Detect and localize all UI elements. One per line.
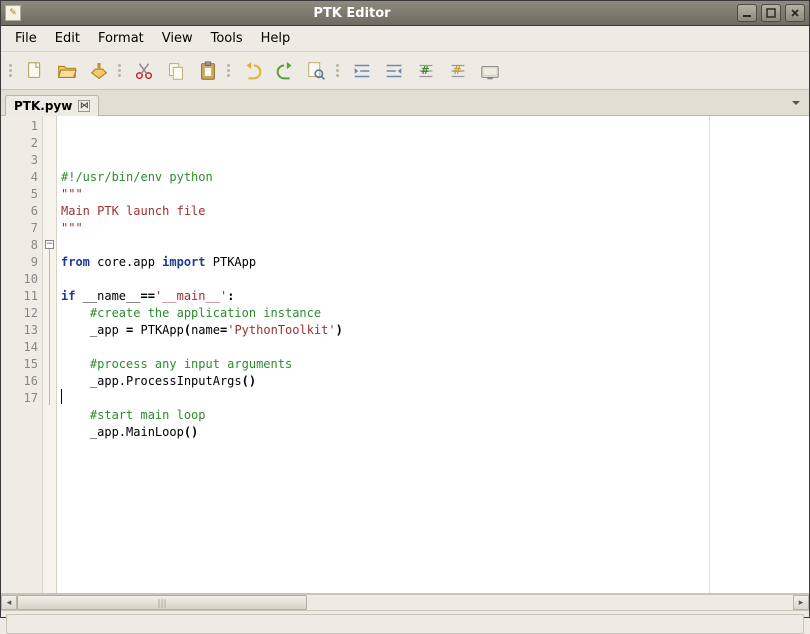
scroll-right-arrow-icon[interactable]: ▸	[793, 595, 809, 610]
line-number: 3	[3, 152, 38, 169]
titlebar: ✎ PTK Editor	[1, 1, 809, 26]
line-number: 9	[3, 254, 38, 271]
cut-button[interactable]	[129, 56, 159, 86]
code-line: Main PTK launch file	[61, 203, 705, 220]
line-number: 14	[3, 339, 38, 356]
menu-view[interactable]: View	[154, 28, 201, 49]
minimize-button[interactable]	[737, 4, 757, 22]
toolbar-sep-2	[227, 56, 234, 86]
code-line	[61, 271, 705, 288]
menu-format[interactable]: Format	[90, 28, 152, 49]
tabbar: PTK.pyw ⋈	[1, 90, 809, 116]
maximize-button[interactable]	[761, 4, 781, 22]
code-line: #process any input arguments	[61, 356, 705, 373]
tab-label: PTK.pyw	[14, 99, 72, 113]
svg-text:#: #	[453, 63, 462, 76]
line-number: 5	[3, 186, 38, 203]
scroll-left-arrow-icon[interactable]: ◂	[1, 595, 17, 610]
svg-text:#: #	[421, 63, 430, 76]
outdent-button[interactable]	[379, 56, 409, 86]
horizontal-scrollbar[interactable]: ◂ ▸	[1, 594, 809, 611]
close-button[interactable]	[785, 4, 805, 22]
scroll-thumb[interactable]	[17, 595, 307, 610]
fold-column: −	[43, 116, 57, 593]
code-line: #create the application instance	[61, 305, 705, 322]
code-area[interactable]: #!/usr/bin/env python"""Main PTK launch …	[57, 116, 709, 593]
new-button[interactable]	[20, 56, 50, 86]
code-line: if __name__=='__main__':	[61, 288, 705, 305]
line-number: 11	[3, 288, 38, 305]
statusbar	[6, 614, 804, 634]
tab-close-icon[interactable]: ⋈	[78, 100, 90, 112]
code-line: _app.MainLoop()	[61, 424, 705, 441]
menu-help[interactable]: Help	[253, 28, 299, 49]
line-number: 12	[3, 305, 38, 322]
find-button[interactable]	[302, 56, 332, 86]
undo-button[interactable]	[238, 56, 268, 86]
line-number: 6	[3, 203, 38, 220]
menu-tools[interactable]: Tools	[203, 28, 251, 49]
tab-ptk-pyw[interactable]: PTK.pyw ⋈	[5, 95, 99, 116]
toolbar: # #	[1, 52, 809, 90]
menu-file[interactable]: File	[7, 28, 45, 49]
uncomment-button[interactable]: #	[443, 56, 473, 86]
code-line: """	[61, 220, 705, 237]
open-button[interactable]	[52, 56, 82, 86]
line-number: 7	[3, 220, 38, 237]
line-number: 8	[3, 237, 38, 254]
code-line: #!/usr/bin/env python	[61, 169, 705, 186]
indent-button[interactable]	[347, 56, 377, 86]
save-button[interactable]	[84, 56, 114, 86]
line-number: 13	[3, 322, 38, 339]
copy-button[interactable]	[161, 56, 191, 86]
line-number: 4	[3, 169, 38, 186]
line-number: 15	[3, 356, 38, 373]
line-number: 1	[3, 118, 38, 135]
window-title: PTK Editor	[27, 6, 737, 21]
code-line	[61, 390, 705, 407]
line-number: 17	[3, 390, 38, 407]
redo-button[interactable]	[270, 56, 300, 86]
fold-toggle-icon[interactable]: −	[45, 240, 54, 249]
code-line: #start main loop	[61, 407, 705, 424]
paste-button[interactable]	[193, 56, 223, 86]
line-number: 2	[3, 135, 38, 152]
right-margin-guide	[709, 116, 809, 593]
comment-button[interactable]: #	[411, 56, 441, 86]
app-icon: ✎	[5, 5, 21, 21]
run-button[interactable]	[475, 56, 505, 86]
toolbar-sep-3	[336, 56, 343, 86]
tabbar-dropdown-icon[interactable]	[789, 96, 803, 110]
code-line	[61, 237, 705, 254]
text-caret	[61, 389, 62, 404]
line-number: 16	[3, 373, 38, 390]
code-line: """	[61, 186, 705, 203]
line-number: 10	[3, 271, 38, 288]
toolbar-grip	[9, 56, 16, 86]
code-line: _app.ProcessInputArgs()	[61, 373, 705, 390]
line-number-gutter: 1234567891011121314151617	[1, 116, 43, 593]
code-line: from core.app import PTKApp	[61, 254, 705, 271]
fold-guide	[49, 249, 50, 405]
code-line: _app = PTKApp(name='PythonToolkit')	[61, 322, 705, 339]
menubar: File Edit Format View Tools Help	[1, 26, 809, 52]
code-line	[61, 441, 705, 458]
window-buttons	[737, 4, 805, 22]
code-line	[61, 339, 705, 356]
menu-edit[interactable]: Edit	[47, 28, 88, 49]
editor[interactable]: 1234567891011121314151617 − #!/usr/bin/e…	[1, 116, 809, 594]
toolbar-sep-1	[118, 56, 125, 86]
scroll-track[interactable]	[17, 595, 793, 610]
